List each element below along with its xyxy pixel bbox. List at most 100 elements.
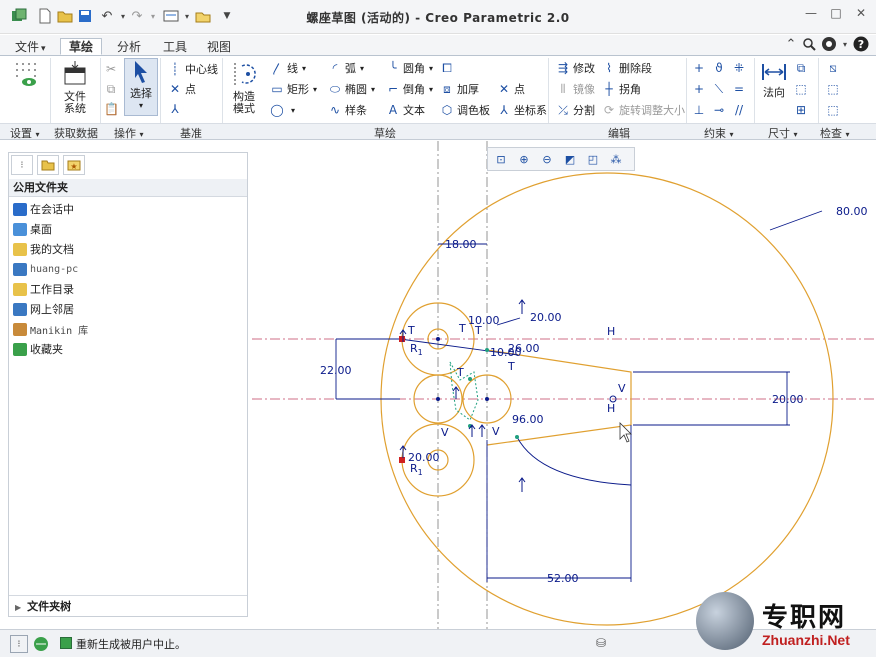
datum-point-tool[interactable]: ✕ 点 [168,80,196,98]
thicken-tool[interactable]: ⧈ 加厚 [440,80,479,98]
folder-tree-toggle[interactable]: ▶ 文件夹树 [9,595,247,617]
midpoint-constraint[interactable]: ⟍ [712,80,729,98]
group-dimension[interactable]: 尺寸 ▾ [768,125,798,141]
minimize-button[interactable]: — [800,6,822,24]
close-button[interactable]: ✕ [850,6,872,24]
help-icon[interactable]: ? [852,35,870,53]
dimension-10b[interactable]: 10.00 [490,346,522,359]
vertex-point[interactable] [485,397,489,401]
refit-icon[interactable]: ⊡ [491,150,511,168]
tab-analysis[interactable]: 分析 [108,38,150,55]
constraint-vertical[interactable]: V [618,382,626,395]
tab-view[interactable]: 视图 [198,38,240,55]
favorites-tab-icon[interactable]: ★ [63,155,85,175]
folder-item-in-session[interactable]: 在会话中 [13,199,74,219]
selected-vertex-marker[interactable] [399,336,405,342]
horizontal-constraint[interactable]: + [692,80,709,98]
arc-tool[interactable]: ◜ 弧 ▾ [328,59,364,77]
folder-item-working-dir[interactable]: 工作目录 [13,279,74,299]
dimension-52[interactable]: 52.00 [547,572,579,585]
search-icon[interactable] [800,35,818,53]
tangent-constraint[interactable]: ϑ [712,59,729,77]
rectangle-tool[interactable]: ▭ 矩形 ▾ [270,80,317,98]
line-tool[interactable]: 〳线 ▾ [270,59,306,77]
vertex-point[interactable] [485,348,489,352]
dimension-80[interactable]: 80.00 [836,205,868,218]
folder-item-manikin[interactable]: Manikin 库 [13,319,88,339]
folder-browser-tab-icon[interactable] [37,155,59,175]
equal-constraint[interactable]: = [732,80,749,98]
constraint-equal-radius[interactable]: R1 [410,342,423,357]
display-style-icon[interactable]: ◰ [583,150,603,168]
group-setup[interactable]: 设置 ▾ [10,125,40,141]
collapse-ribbon-icon[interactable]: ⌃ [782,35,800,53]
zoom-in-icon[interactable]: ⊕ [514,150,534,168]
dimension-20a[interactable]: 20.00 [530,311,562,324]
vertex-point[interactable] [436,397,440,401]
toggle-navigator-icon[interactable]: ⁝ [10,635,28,653]
perimeter-dimension[interactable]: ⧉ [794,59,811,77]
offset-tool[interactable]: ⧠ [440,59,457,77]
text-tool[interactable]: A 文本 [386,101,425,119]
folder-item-favorites[interactable]: 收藏夹 [13,339,63,359]
corner-tool[interactable]: ┼ 拐角 [602,80,641,98]
group-operations[interactable]: 操作 ▾ [114,125,144,141]
divide-tool[interactable]: ⤰ 分割 [556,101,595,119]
centerline-tool[interactable]: ┊ 中心线 [168,60,218,78]
chamfer-tool[interactable]: ⌐ 倒角 ▾ [386,80,433,98]
folder-item-my-documents[interactable]: 我的文档 [13,239,74,259]
folder-item-computer[interactable]: huang-pc [13,259,78,279]
coordinate-system-tool[interactable]: ⅄ 坐标系 [497,101,547,119]
restore-button[interactable]: □ [825,6,847,24]
modify-tool[interactable]: ⇶ 修改 [556,59,595,77]
constraint-equal-radius[interactable]: R1 [410,462,423,477]
constraint-tangent[interactable]: T [507,360,515,373]
constraint-tangent[interactable]: T [456,366,464,379]
vertex-point[interactable] [468,377,472,381]
group-constrain[interactable]: 约束 ▾ [704,125,734,141]
vertex-point[interactable] [515,435,519,439]
constraint-tangent[interactable]: T [407,324,415,337]
reference-dimension[interactable]: ⊞ [794,101,811,119]
cut-icon[interactable]: ✂ [104,60,121,78]
ellipse-tool[interactable]: ⬭ 椭圆 ▾ [328,80,375,98]
tab-tools[interactable]: 工具 [154,38,196,55]
baseline-dimension[interactable]: ⬚ [794,80,811,98]
dimension-96[interactable]: 96.00 [512,413,544,426]
browser-toggle-icon[interactable] [32,635,50,653]
highlight-open-ends[interactable]: ⬚ [826,80,843,98]
sketch-display-filters-icon[interactable]: ⁂ [606,150,626,168]
constraint-horizontal[interactable]: H [607,402,615,415]
zoom-out-icon[interactable]: ⊖ [537,150,557,168]
spline-tool[interactable]: ∿ 样条 [328,101,367,119]
coincident-constraint[interactable]: ⊸ [712,101,729,119]
dimension-18[interactable]: 18.00 [445,238,477,251]
group-inspect[interactable]: 检查 ▾ [820,125,850,141]
folder-item-desktop[interactable]: 桌面 [13,219,52,239]
folder-item-network[interactable]: 网上邻居 [13,299,74,319]
model-tree-tab-icon[interactable]: ⁝ [11,155,33,175]
repaint-icon[interactable]: ◩ [560,150,580,168]
normal-dimension-button[interactable]: 法向 [758,60,790,99]
delete-segment-tool[interactable]: ⌇ 删除段 [602,59,652,77]
palette-tool[interactable]: ⬡ 调色板 [440,101,490,119]
datum-csys-tool[interactable]: ⅄ [168,100,185,118]
construction-mode-button[interactable]: 构造 模式 [226,60,262,115]
mirror-tool[interactable]: ⫴ 镜像 [556,80,595,98]
dimension-22[interactable]: 22.00 [320,364,352,377]
dimension-20b[interactable]: 20.00 [772,393,804,406]
sketch-canvas[interactable]: 80.00 18.00 10.00 20.00 26.00 10.00 22.0… [252,141,876,629]
constraint-vertical[interactable]: V [441,426,449,439]
constraint-horizontal[interactable]: H [607,325,615,338]
shade-closed-loops[interactable]: ⬚ [826,101,843,119]
vertex-point[interactable] [436,337,440,341]
rotate-resize-tool[interactable]: ⟳ 旋转调整大小 [602,101,685,119]
tab-sketch[interactable]: 草绘 [60,38,103,55]
dimension-10a[interactable]: 10.00 [468,314,500,327]
select-button[interactable]: 选择 ▾ [124,58,158,116]
symmetric-constraint[interactable]: ⁜ [732,59,749,77]
file-system-button[interactable]: 文件 系统 [58,60,92,115]
constraint-vertical[interactable]: V [492,425,500,438]
copy-icon[interactable]: ⧉ [104,80,121,98]
paste-icon[interactable]: 📋 [104,100,121,118]
